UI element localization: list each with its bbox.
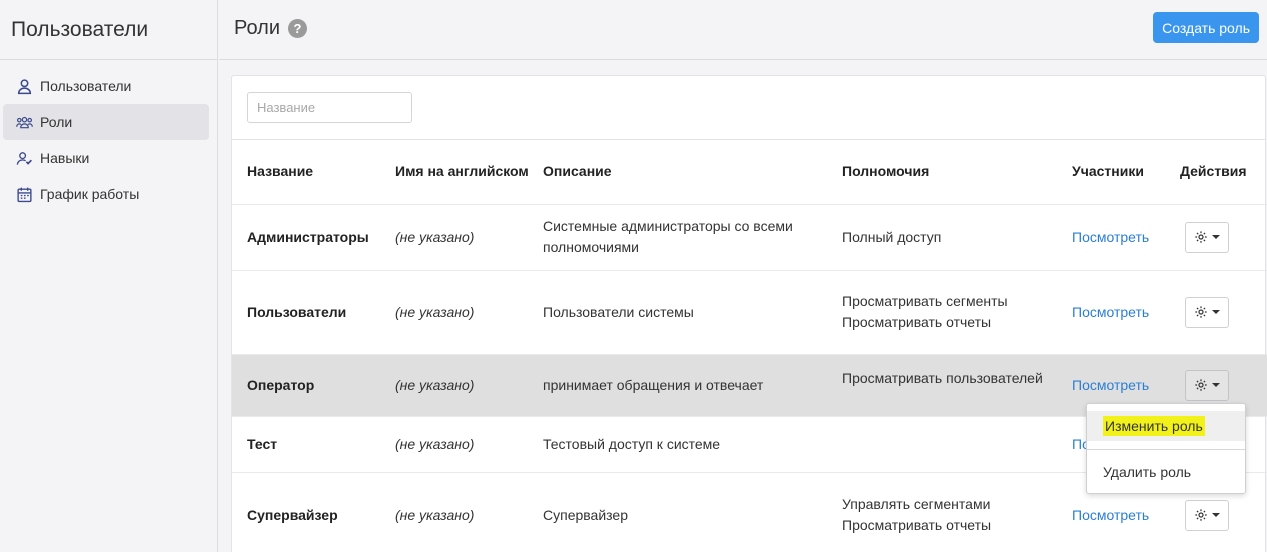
- role-name: Тест: [232, 416, 395, 473]
- users-group-icon: [15, 113, 33, 131]
- role-english-name: (не указано): [395, 472, 543, 552]
- menu-divider: [1087, 449, 1245, 450]
- role-description: Пользователи системы: [543, 270, 842, 355]
- sidebar-item-schedule[interactable]: График работы: [3, 176, 209, 212]
- caret-down-icon: [1212, 235, 1220, 239]
- permission-item: Просматривать пользователей: [842, 369, 1043, 386]
- view-members-link[interactable]: Посмотреть: [1072, 229, 1149, 245]
- actions-dropdown-button[interactable]: [1185, 499, 1229, 531]
- role-permissions: Управлять сегментами Просматривать отчет…: [842, 472, 1072, 552]
- permission-item: Управлять сегментами: [842, 496, 991, 512]
- page-title-text: Роли: [234, 17, 280, 39]
- help-icon[interactable]: ?: [288, 19, 307, 38]
- permission-item: Просматривать сегменты: [842, 293, 1008, 309]
- role-permissions: Просматривать сегменты Просматривать отч…: [842, 270, 1072, 355]
- role-english-name: (не указано): [395, 270, 543, 355]
- actions-dropdown-button[interactable]: [1185, 221, 1229, 253]
- role-description: Супервайзер: [543, 472, 842, 552]
- role-english-name: (не указано): [395, 204, 543, 271]
- column-header-english-name[interactable]: Имя на английском: [395, 140, 543, 205]
- sidebar-title: Пользователи: [0, 0, 217, 60]
- gear-icon: [1195, 509, 1207, 521]
- table-row[interactable]: Пользователи (не указано) Пользователи с…: [232, 270, 1267, 355]
- sidebar-nav: Пользователи Роли Навыки График работы: [0, 60, 217, 212]
- role-name: Супервайзер: [232, 472, 395, 552]
- page-title: Роли ?: [234, 17, 307, 40]
- actions-dropdown-button[interactable]: [1185, 296, 1229, 328]
- role-permissions: Полный доступ: [842, 204, 1072, 271]
- actions-dropdown-button-open[interactable]: [1185, 369, 1229, 401]
- gear-icon: [1195, 231, 1207, 243]
- edit-role-menu-item[interactable]: Изменить роль: [1087, 411, 1245, 441]
- sidebar-item-users[interactable]: Пользователи: [3, 68, 209, 104]
- caret-down-icon: [1212, 513, 1220, 517]
- caret-down-icon: [1212, 310, 1220, 314]
- user-skill-icon: [15, 149, 33, 167]
- actions-dropdown-menu: Изменить роль Удалить роль: [1086, 403, 1246, 494]
- name-filter-input[interactable]: [247, 92, 412, 123]
- permission-item: Просматривать отчеты: [842, 314, 992, 330]
- table-header-row: Название Имя на английском Описание Полн…: [232, 140, 1267, 205]
- sidebar-item-roles[interactable]: Роли: [3, 104, 209, 140]
- edit-role-label: Изменить роль: [1103, 416, 1205, 436]
- create-role-button[interactable]: Создать роль: [1153, 12, 1259, 43]
- role-name: Пользователи: [232, 270, 395, 355]
- user-icon: [15, 77, 33, 95]
- column-header-permissions[interactable]: Полномочия: [842, 140, 1072, 205]
- sidebar-item-label: Пользователи: [40, 78, 132, 94]
- role-description: Тестовый доступ к системе: [543, 416, 842, 473]
- role-permissions: [842, 416, 1072, 473]
- role-description: Системные администраторы со всеми полном…: [543, 204, 842, 271]
- role-name: Администраторы: [232, 204, 395, 271]
- filter-bar: [232, 76, 1265, 140]
- sidebar-item-label: Роли: [40, 114, 73, 130]
- sidebar-item-label: Навыки: [40, 150, 90, 166]
- column-header-members[interactable]: Участники: [1072, 140, 1180, 205]
- page-header: Роли ? Создать роль: [219, 0, 1267, 60]
- table-row[interactable]: Администраторы (не указано) Системные ад…: [232, 204, 1267, 271]
- role-name: Оператор: [232, 354, 395, 417]
- sidebar-item-skills[interactable]: Навыки: [3, 140, 209, 176]
- delete-role-menu-item[interactable]: Удалить роль: [1087, 459, 1245, 485]
- sidebar: Пользователи Пользователи Роли Навыки Гр…: [0, 0, 218, 552]
- calendar-icon: [15, 185, 33, 203]
- view-members-link[interactable]: Посмотреть: [1072, 304, 1149, 320]
- role-permissions: Просматривать пользователей: [842, 354, 1072, 417]
- role-description: принимает обращения и отвечает: [543, 354, 842, 417]
- gear-icon: [1195, 306, 1207, 318]
- permission-item: Полный доступ: [842, 228, 942, 245]
- column-header-description[interactable]: Описание: [543, 140, 842, 205]
- column-header-name[interactable]: Название: [232, 140, 395, 205]
- view-members-link[interactable]: Посмотреть: [1072, 377, 1149, 393]
- sidebar-item-label: График работы: [40, 186, 140, 202]
- view-members-link[interactable]: Посмотреть: [1072, 507, 1149, 523]
- column-header-actions: Действия: [1180, 140, 1267, 205]
- permission-item: Просматривать отчеты: [842, 517, 992, 533]
- caret-down-icon: [1212, 383, 1220, 387]
- role-english-name: (не указано): [395, 416, 543, 473]
- gear-icon: [1195, 379, 1207, 391]
- role-english-name: (не указано): [395, 354, 543, 417]
